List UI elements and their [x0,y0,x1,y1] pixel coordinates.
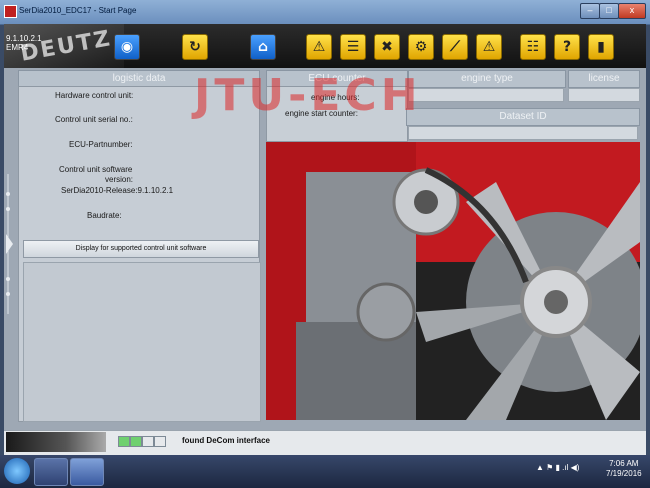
chart-icon: ⟋ [450,39,460,55]
ecu-partnumber-label: ECU-Partnumber: [69,140,133,149]
warning-icon: ⚠ [312,39,326,55]
alert-icon: ⚠ [482,39,496,55]
license-field [568,88,640,102]
software-version-label: Control unit software [59,165,133,174]
engine-image [266,142,640,420]
document-button[interactable]: ☰ [340,34,366,60]
hardware-control-unit-label: Hardware control unit: [55,91,134,100]
tools-icon: ✖ [381,39,393,55]
document-icon: ☰ [346,39,360,55]
home-icon: ⌂ [257,39,269,55]
tools-button[interactable]: ✖ [374,34,400,60]
taskbar-clock[interactable]: 7:06 AM 7/19/2016 [606,459,642,479]
sliders-icon: ☷ [526,39,540,55]
refresh-button[interactable]: ↻ [182,34,208,60]
software-version-label-2: version: [105,175,134,184]
home-button[interactable]: ⌂ [250,34,276,60]
system-tray[interactable]: ▲ ⚑ ▮ .ıl ◀) [536,463,579,472]
engine-type-header: engine type [408,70,566,88]
status-logo-image [6,432,106,452]
watermark: JTU-ECH [194,70,422,121]
start-button[interactable] [4,458,30,484]
progress-segment-2 [130,436,142,447]
chart-button[interactable]: ⟋ [442,34,468,60]
version-label: 9.1.10.2.1 EMR4 [6,34,42,52]
side-handle-graphic [6,174,13,314]
minimize-button[interactable]: – [580,3,600,19]
license-header: license [568,70,640,88]
baudrate-label: Baudrate: [87,211,122,220]
dataset-id-header: Dataset ID [406,108,640,126]
taskbar-app-serdia[interactable] [70,458,104,486]
gear-button[interactable]: ⚙ [408,34,434,60]
app-icon [4,5,17,18]
sliders-button[interactable]: ☷ [520,34,546,60]
side-panel-handle[interactable] [4,174,14,314]
warning-button[interactable]: ⚠ [306,34,332,60]
progress-segment-1 [118,436,130,447]
refresh-icon: ↻ [189,39,201,55]
close-button[interactable]: x [618,3,646,19]
gear-icon: ⚙ [414,39,428,55]
progress-segment-3 [142,436,154,447]
camera-button[interactable]: ◉ [114,34,140,60]
exit-icon: ▮ [597,39,605,55]
display-supported-software-button[interactable]: Display for supported control unit softw… [23,240,259,258]
alert-button[interactable]: ⚠ [476,34,502,60]
software-version-value: SerDia2010-Release:9.1.10.2.1 [61,186,174,195]
clock-date: 7/19/2016 [606,469,642,478]
version-number: 9.1.10.2.1 [6,34,42,43]
clock-time: 7:06 AM [609,459,639,468]
camera-icon: ◉ [120,39,134,55]
progress-segment-4 [154,436,166,447]
help-button[interactable]: ? [554,34,580,60]
window-title: SerDia2010_EDC17 - Start Page [19,6,137,15]
exit-button[interactable]: ▮ [588,34,614,60]
engine-illustration [266,142,640,420]
ecu-family: EMR4 [6,43,29,52]
serial-number-label: Control unit serial no.: [55,115,133,124]
dataset-id-field [408,126,638,140]
engine-type-field [408,88,564,102]
supported-software-list[interactable] [23,262,261,422]
taskbar-app-teamviewer[interactable] [34,458,68,486]
maximize-button[interactable]: □ [599,3,619,19]
help-icon: ? [562,39,572,55]
app-window: DEUTZ 9.1.10.2.1 EMR4 ◉ ↻ ⌂ ⚠ ☰ ✖ ⚙ ⟋ ⚠ … [4,24,646,455]
status-text: found DeCom interface [182,436,271,445]
